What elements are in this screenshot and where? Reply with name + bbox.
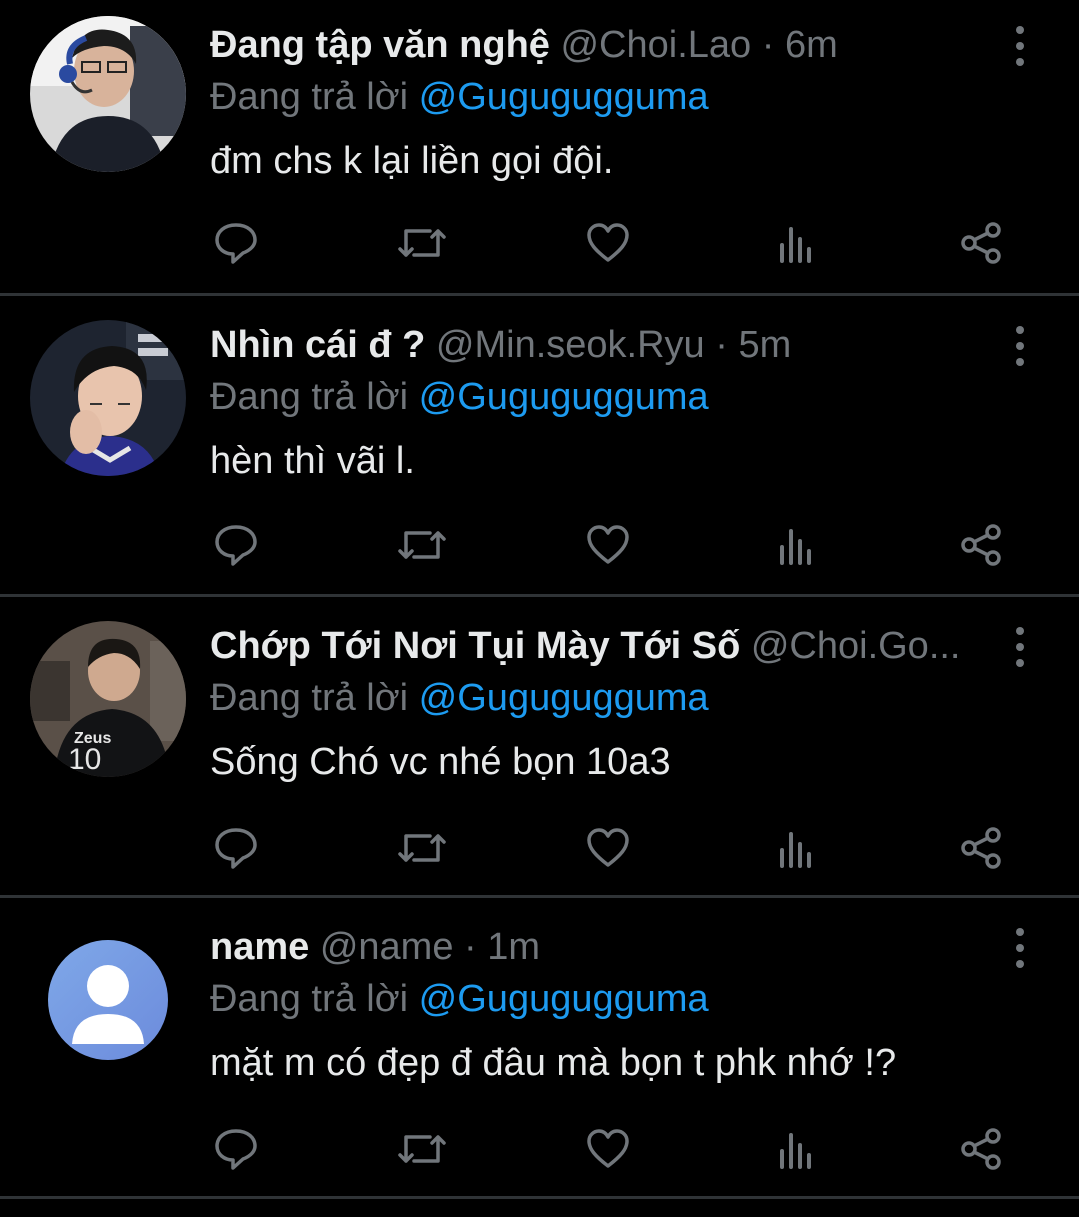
action-bar bbox=[210, 825, 1020, 875]
tweet-header: Chớp Tới Nơi Tụi Mày Tới Số @Choi.Go... bbox=[210, 621, 989, 671]
tweet-text: mặt m có đẹp đ đâu mà bọn t phk nhớ !? bbox=[210, 1042, 897, 1084]
retweet-button[interactable] bbox=[396, 825, 448, 875]
avatar[interactable] bbox=[30, 16, 186, 172]
share-icon bbox=[959, 221, 1005, 270]
reply-prefix: Đang trả lời bbox=[210, 677, 409, 719]
like-button[interactable] bbox=[582, 825, 634, 875]
user-handle[interactable]: @Choi.Lao bbox=[560, 24, 751, 66]
reply-context: Đang trả lời @Gugugugguma bbox=[210, 372, 989, 422]
reply-prefix: Đang trả lời bbox=[210, 978, 409, 1020]
reply-target-link[interactable]: @Gugugugguma bbox=[419, 978, 709, 1020]
timestamp[interactable]: 5m bbox=[738, 324, 791, 366]
display-name[interactable]: Đang tập văn nghệ bbox=[210, 24, 550, 66]
more-options-icon[interactable] bbox=[1005, 627, 1035, 667]
reply-target-link[interactable]: @Gugugugguma bbox=[419, 376, 709, 418]
more-options-icon[interactable] bbox=[1005, 928, 1035, 968]
retweet-icon bbox=[396, 223, 448, 268]
tweet-header: Nhìn cái đ ? @Min.seok.Ryu · 5m bbox=[210, 320, 989, 370]
like-icon bbox=[585, 1128, 631, 1175]
reply-button[interactable] bbox=[210, 1126, 262, 1176]
views-icon bbox=[776, 1129, 816, 1174]
share-button[interactable] bbox=[956, 1126, 1008, 1176]
default-user-icon bbox=[72, 965, 144, 1044]
tweet-content: Nhìn cái đ ? @Min.seok.Ryu · 5m Đang trả… bbox=[210, 320, 989, 486]
more-options-icon[interactable] bbox=[1005, 326, 1035, 366]
retweet-icon bbox=[396, 1129, 448, 1174]
action-bar bbox=[210, 220, 1020, 270]
retweet-icon bbox=[396, 525, 448, 570]
separator: · bbox=[761, 24, 775, 66]
tweet-header: Đang tập văn nghệ @Choi.Lao · 6m bbox=[210, 20, 989, 70]
like-icon bbox=[585, 827, 631, 874]
tweet[interactable]: name @name · 1m Đang trả lời @Guguguggum… bbox=[0, 898, 1079, 1199]
more-options-icon[interactable] bbox=[1005, 26, 1035, 66]
reply-feed: Đang tập văn nghệ @Choi.Lao · 6m Đang tr… bbox=[0, 0, 1079, 1199]
tweet[interactable]: Đang tập văn nghệ @Choi.Lao · 6m Đang tr… bbox=[0, 0, 1079, 296]
separator: · bbox=[715, 324, 728, 366]
separator: · bbox=[464, 926, 477, 968]
share-button[interactable] bbox=[956, 825, 1008, 875]
user-handle[interactable]: @Min.seok.Ryu bbox=[436, 324, 705, 366]
user-handle[interactable]: @name bbox=[320, 926, 454, 968]
views-button[interactable] bbox=[770, 522, 822, 572]
tweet-text: hèn thì vãi l. bbox=[210, 440, 415, 482]
avatar[interactable]: Zeus 10 bbox=[30, 621, 186, 777]
reply-context: Đang trả lời @Gugugugguma bbox=[210, 974, 989, 1024]
reply-button[interactable] bbox=[210, 220, 262, 270]
share-icon bbox=[959, 1127, 1005, 1176]
views-icon bbox=[776, 828, 816, 873]
reply-icon bbox=[213, 221, 259, 270]
reply-target-link[interactable]: @Gugugugguma bbox=[419, 677, 709, 719]
reply-icon bbox=[213, 523, 259, 572]
display-name[interactable]: name bbox=[210, 926, 309, 968]
jersey-number: 10 bbox=[68, 743, 101, 776]
like-icon bbox=[585, 222, 631, 269]
share-icon bbox=[959, 826, 1005, 875]
action-bar bbox=[210, 522, 1020, 572]
views-icon bbox=[776, 525, 816, 570]
retweet-button[interactable] bbox=[396, 1126, 448, 1176]
tweet-content: Đang tập văn nghệ @Choi.Lao · 6m Đang tr… bbox=[210, 20, 989, 186]
reply-button[interactable] bbox=[210, 825, 262, 875]
reply-icon bbox=[213, 826, 259, 875]
display-name[interactable]: Chớp Tới Nơi Tụi Mày Tới Số bbox=[210, 625, 740, 667]
tweet[interactable]: Nhìn cái đ ? @Min.seok.Ryu · 5m Đang trả… bbox=[0, 296, 1079, 597]
reply-prefix: Đang trả lời bbox=[210, 376, 409, 418]
action-bar bbox=[210, 1126, 1020, 1176]
tweet[interactable]: Zeus 10 Chớp Tới Nơi Tụi Mày Tới Số @Cho… bbox=[0, 597, 1079, 898]
like-button[interactable] bbox=[582, 522, 634, 572]
share-button[interactable] bbox=[956, 220, 1008, 270]
timestamp[interactable]: 6m bbox=[785, 24, 838, 66]
share-icon bbox=[959, 523, 1005, 572]
avatar[interactable] bbox=[30, 320, 186, 476]
avatar[interactable] bbox=[48, 940, 168, 1060]
retweet-icon bbox=[396, 828, 448, 873]
like-icon bbox=[585, 524, 631, 571]
reply-target-link[interactable]: @Gugugugguma bbox=[419, 76, 709, 118]
tweet-content: name @name · 1m Đang trả lời @Guguguggum… bbox=[210, 922, 989, 1088]
user-handle[interactable]: @Choi.Go... bbox=[751, 625, 961, 667]
views-icon bbox=[776, 223, 816, 268]
views-button[interactable] bbox=[770, 825, 822, 875]
reply-context: Đang trả lời @Gugugugguma bbox=[210, 673, 989, 723]
timestamp[interactable]: 1m bbox=[487, 926, 540, 968]
reply-context: Đang trả lời @Gugugugguma bbox=[210, 72, 989, 122]
tweet-text: đm chs k lại liền gọi đội. bbox=[210, 140, 614, 182]
reply-prefix: Đang trả lời bbox=[210, 76, 409, 118]
views-button[interactable] bbox=[770, 220, 822, 270]
share-button[interactable] bbox=[956, 522, 1008, 572]
reply-button[interactable] bbox=[210, 522, 262, 572]
views-button[interactable] bbox=[770, 1126, 822, 1176]
tweet-content: Chớp Tới Nơi Tụi Mày Tới Số @Choi.Go... … bbox=[210, 621, 989, 787]
display-name[interactable]: Nhìn cái đ ? bbox=[210, 324, 425, 366]
retweet-button[interactable] bbox=[396, 220, 448, 270]
reply-icon bbox=[213, 1127, 259, 1176]
tweet-header: name @name · 1m bbox=[210, 922, 989, 972]
like-button[interactable] bbox=[582, 220, 634, 270]
like-button[interactable] bbox=[582, 1126, 634, 1176]
tweet-text: Sống Chó vc nhé bọn 10a3 bbox=[210, 741, 671, 783]
retweet-button[interactable] bbox=[396, 522, 448, 572]
